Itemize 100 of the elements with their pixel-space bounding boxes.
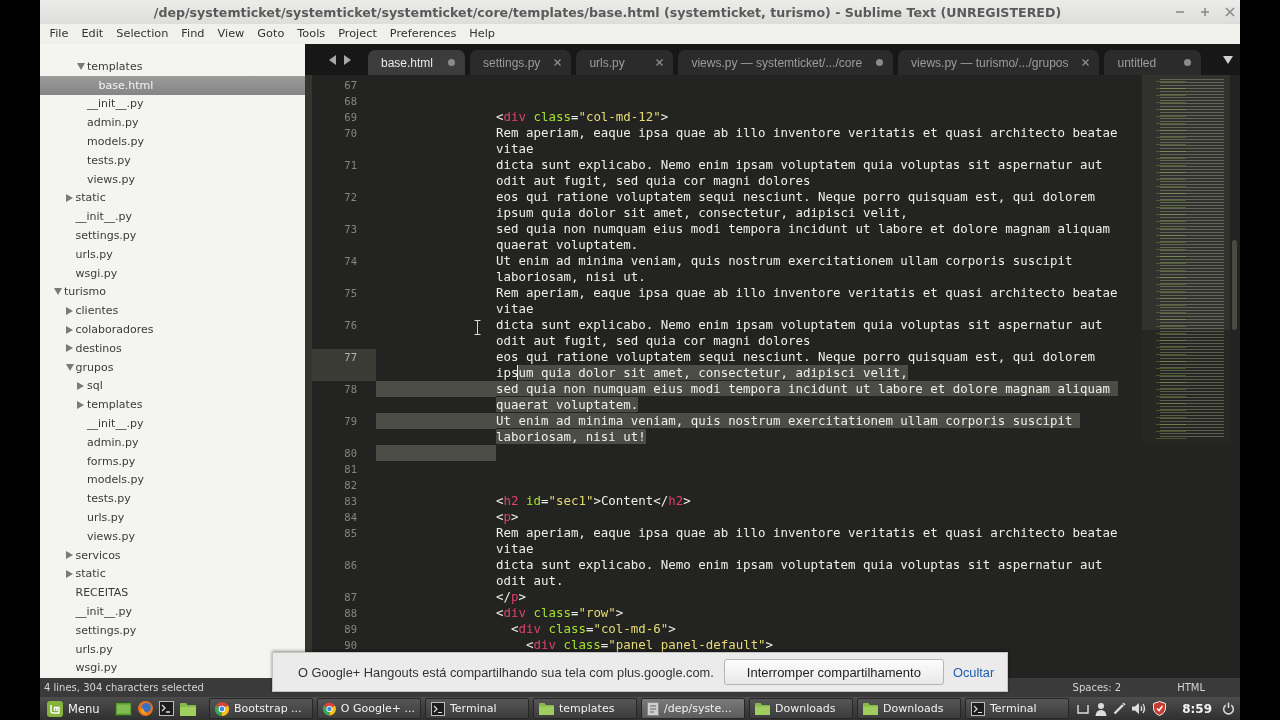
tree-item[interactable]: __init__.py [40, 414, 152, 433]
tree-item[interactable]: urls.py [40, 639, 121, 659]
taskbar-button[interactable]: templates [533, 698, 637, 719]
window-icon[interactable] [115, 701, 132, 716]
code-line: <div class="col-md-12"> [496, 109, 669, 125]
dot-icon[interactable] [876, 59, 884, 66]
taskbar-button[interactable]: Terminal [425, 698, 529, 719]
taskbar-button[interactable]: Downloads [857, 698, 961, 719]
taskbar-button[interactable]: /dep/syste... [641, 698, 745, 719]
tree-item[interactable]: views.py [40, 526, 144, 546]
taskbar-button[interactable]: Terminal [965, 698, 1069, 719]
indentation-status[interactable]: Spaces: 2 [1072, 682, 1122, 693]
tree-item[interactable]: forms.py [40, 451, 144, 471]
tree-item[interactable]: __init__.py [40, 602, 140, 621]
tree-item[interactable]: admin.py [40, 113, 147, 133]
menu-item[interactable]: Edit [75, 25, 109, 43]
tree-item[interactable]: models.py [40, 132, 152, 151]
triangle-right-icon[interactable] [65, 569, 73, 578]
dot-icon[interactable] [448, 59, 455, 66]
tree-item[interactable]: tests.py [40, 151, 139, 170]
tree-item[interactable]: tests.py [40, 489, 139, 509]
tree-item[interactable]: sql [40, 376, 111, 396]
menu-item[interactable]: Find [175, 25, 210, 43]
menu-item[interactable]: Preferences [384, 25, 462, 43]
tree-item[interactable]: static [40, 188, 114, 208]
dot-icon[interactable] [1184, 59, 1192, 66]
triangle-right-icon[interactable] [65, 193, 73, 202]
menu-item[interactable]: Selection [110, 25, 174, 43]
menu-button[interactable]: Menu [43, 698, 108, 719]
speaker-icon[interactable] [1132, 702, 1148, 715]
tree-item[interactable]: __init__.py [40, 94, 152, 114]
shield-icon[interactable] [1153, 701, 1167, 716]
box-icon[interactable] [1077, 703, 1090, 714]
terminal-icon[interactable] [159, 701, 174, 716]
triangle-right-icon[interactable] [65, 306, 73, 315]
tree-item[interactable]: RECEITAS [40, 583, 137, 603]
hide-link[interactable]: Ocultar [952, 664, 995, 680]
triangle-down-icon[interactable] [1223, 55, 1233, 64]
triangle-right-icon[interactable] [65, 344, 73, 353]
menu-item[interactable]: Tools [291, 25, 331, 43]
tree-item[interactable]: views.py [40, 169, 144, 189]
menu-item[interactable]: File [44, 25, 74, 43]
tree-item[interactable]: admin.py [40, 432, 147, 452]
menu-item[interactable]: Project [332, 25, 383, 43]
tab[interactable]: views.py — systemticket/.../core [678, 50, 894, 75]
code-line: <p> [496, 509, 519, 525]
tree-item[interactable]: servicos [40, 545, 129, 565]
tree-item[interactable]: grupos [40, 357, 122, 377]
tree-item[interactable]: templates [40, 57, 151, 76]
triangle-right-icon[interactable] [344, 54, 351, 65]
tree-item[interactable]: destinos [40, 338, 130, 358]
taskbar-button[interactable]: Downloads [749, 698, 853, 719]
line-number: 71 [343, 158, 358, 173]
power-icon[interactable] [1222, 702, 1235, 715]
tree-item[interactable]: colaboradores [40, 320, 162, 339]
person-icon[interactable] [1095, 701, 1108, 716]
tree-item[interactable]: static [40, 564, 114, 584]
tree-item[interactable]: wsgi.py [40, 263, 126, 283]
line-number: 88 [343, 606, 358, 621]
triangle-right-icon[interactable] [77, 381, 84, 390]
scrollbar-thumb[interactable] [1232, 240, 1237, 330]
syntax-status[interactable]: HTML [1177, 682, 1205, 693]
menu-item[interactable]: Help [463, 25, 501, 43]
tree-item[interactable]: wsgi.py [40, 658, 126, 678]
taskbar-button[interactable]: Bootstrap ... [209, 698, 313, 719]
taskbar-button[interactable]: O Google+ ... [317, 698, 421, 719]
tree-item[interactable]: models.py [40, 470, 152, 490]
triangle-right-icon[interactable] [77, 400, 84, 409]
clock[interactable]: 8:59 [1182, 701, 1212, 716]
triangle-left-icon[interactable] [329, 54, 336, 65]
close-icon[interactable] [1082, 59, 1090, 66]
menu-item[interactable]: Goto [251, 25, 290, 43]
tab[interactable]: base.html [368, 50, 465, 75]
tab[interactable]: views.py — turismo/.../grupos [898, 50, 1100, 75]
tree-item[interactable]: urls.py [40, 244, 121, 264]
globe-icon[interactable] [138, 701, 153, 716]
close-icon[interactable] [554, 59, 562, 66]
line-number: 85 [343, 526, 358, 541]
tree-item[interactable]: settings.py [40, 226, 145, 245]
tab[interactable]: urls.py [576, 50, 674, 75]
i-beam-cursor-icon [474, 320, 481, 335]
tab[interactable]: settings.py [470, 50, 572, 75]
tree-item[interactable]: urls.py [40, 508, 133, 527]
menu-item[interactable]: View [212, 25, 250, 43]
pen-icon[interactable] [1113, 702, 1127, 715]
stop-sharing-button[interactable]: Interromper compartilhamento [723, 659, 944, 685]
tree-item[interactable]: turismo [40, 282, 115, 302]
tree-item[interactable]: clientes [40, 301, 127, 321]
code-line: Ut enim ad minima veniam, quis nostrum exercitationem ullam corporis suscipit laboriosam, nisi ut. [496, 253, 1074, 285]
tree-item[interactable]: __init__.py [40, 207, 140, 227]
folder-icon[interactable] [180, 701, 196, 716]
plus-icon[interactable] [1200, 7, 1210, 17]
tab[interactable]: untitled [1104, 50, 1202, 75]
tree-item[interactable]: templates [40, 395, 151, 415]
close-icon[interactable] [656, 59, 664, 66]
triangle-right-icon[interactable] [65, 551, 73, 560]
close-icon[interactable] [1225, 7, 1235, 17]
document-icon [647, 701, 659, 716]
triangle-right-icon[interactable] [65, 325, 73, 334]
tree-item[interactable]: settings.py [40, 620, 145, 640]
